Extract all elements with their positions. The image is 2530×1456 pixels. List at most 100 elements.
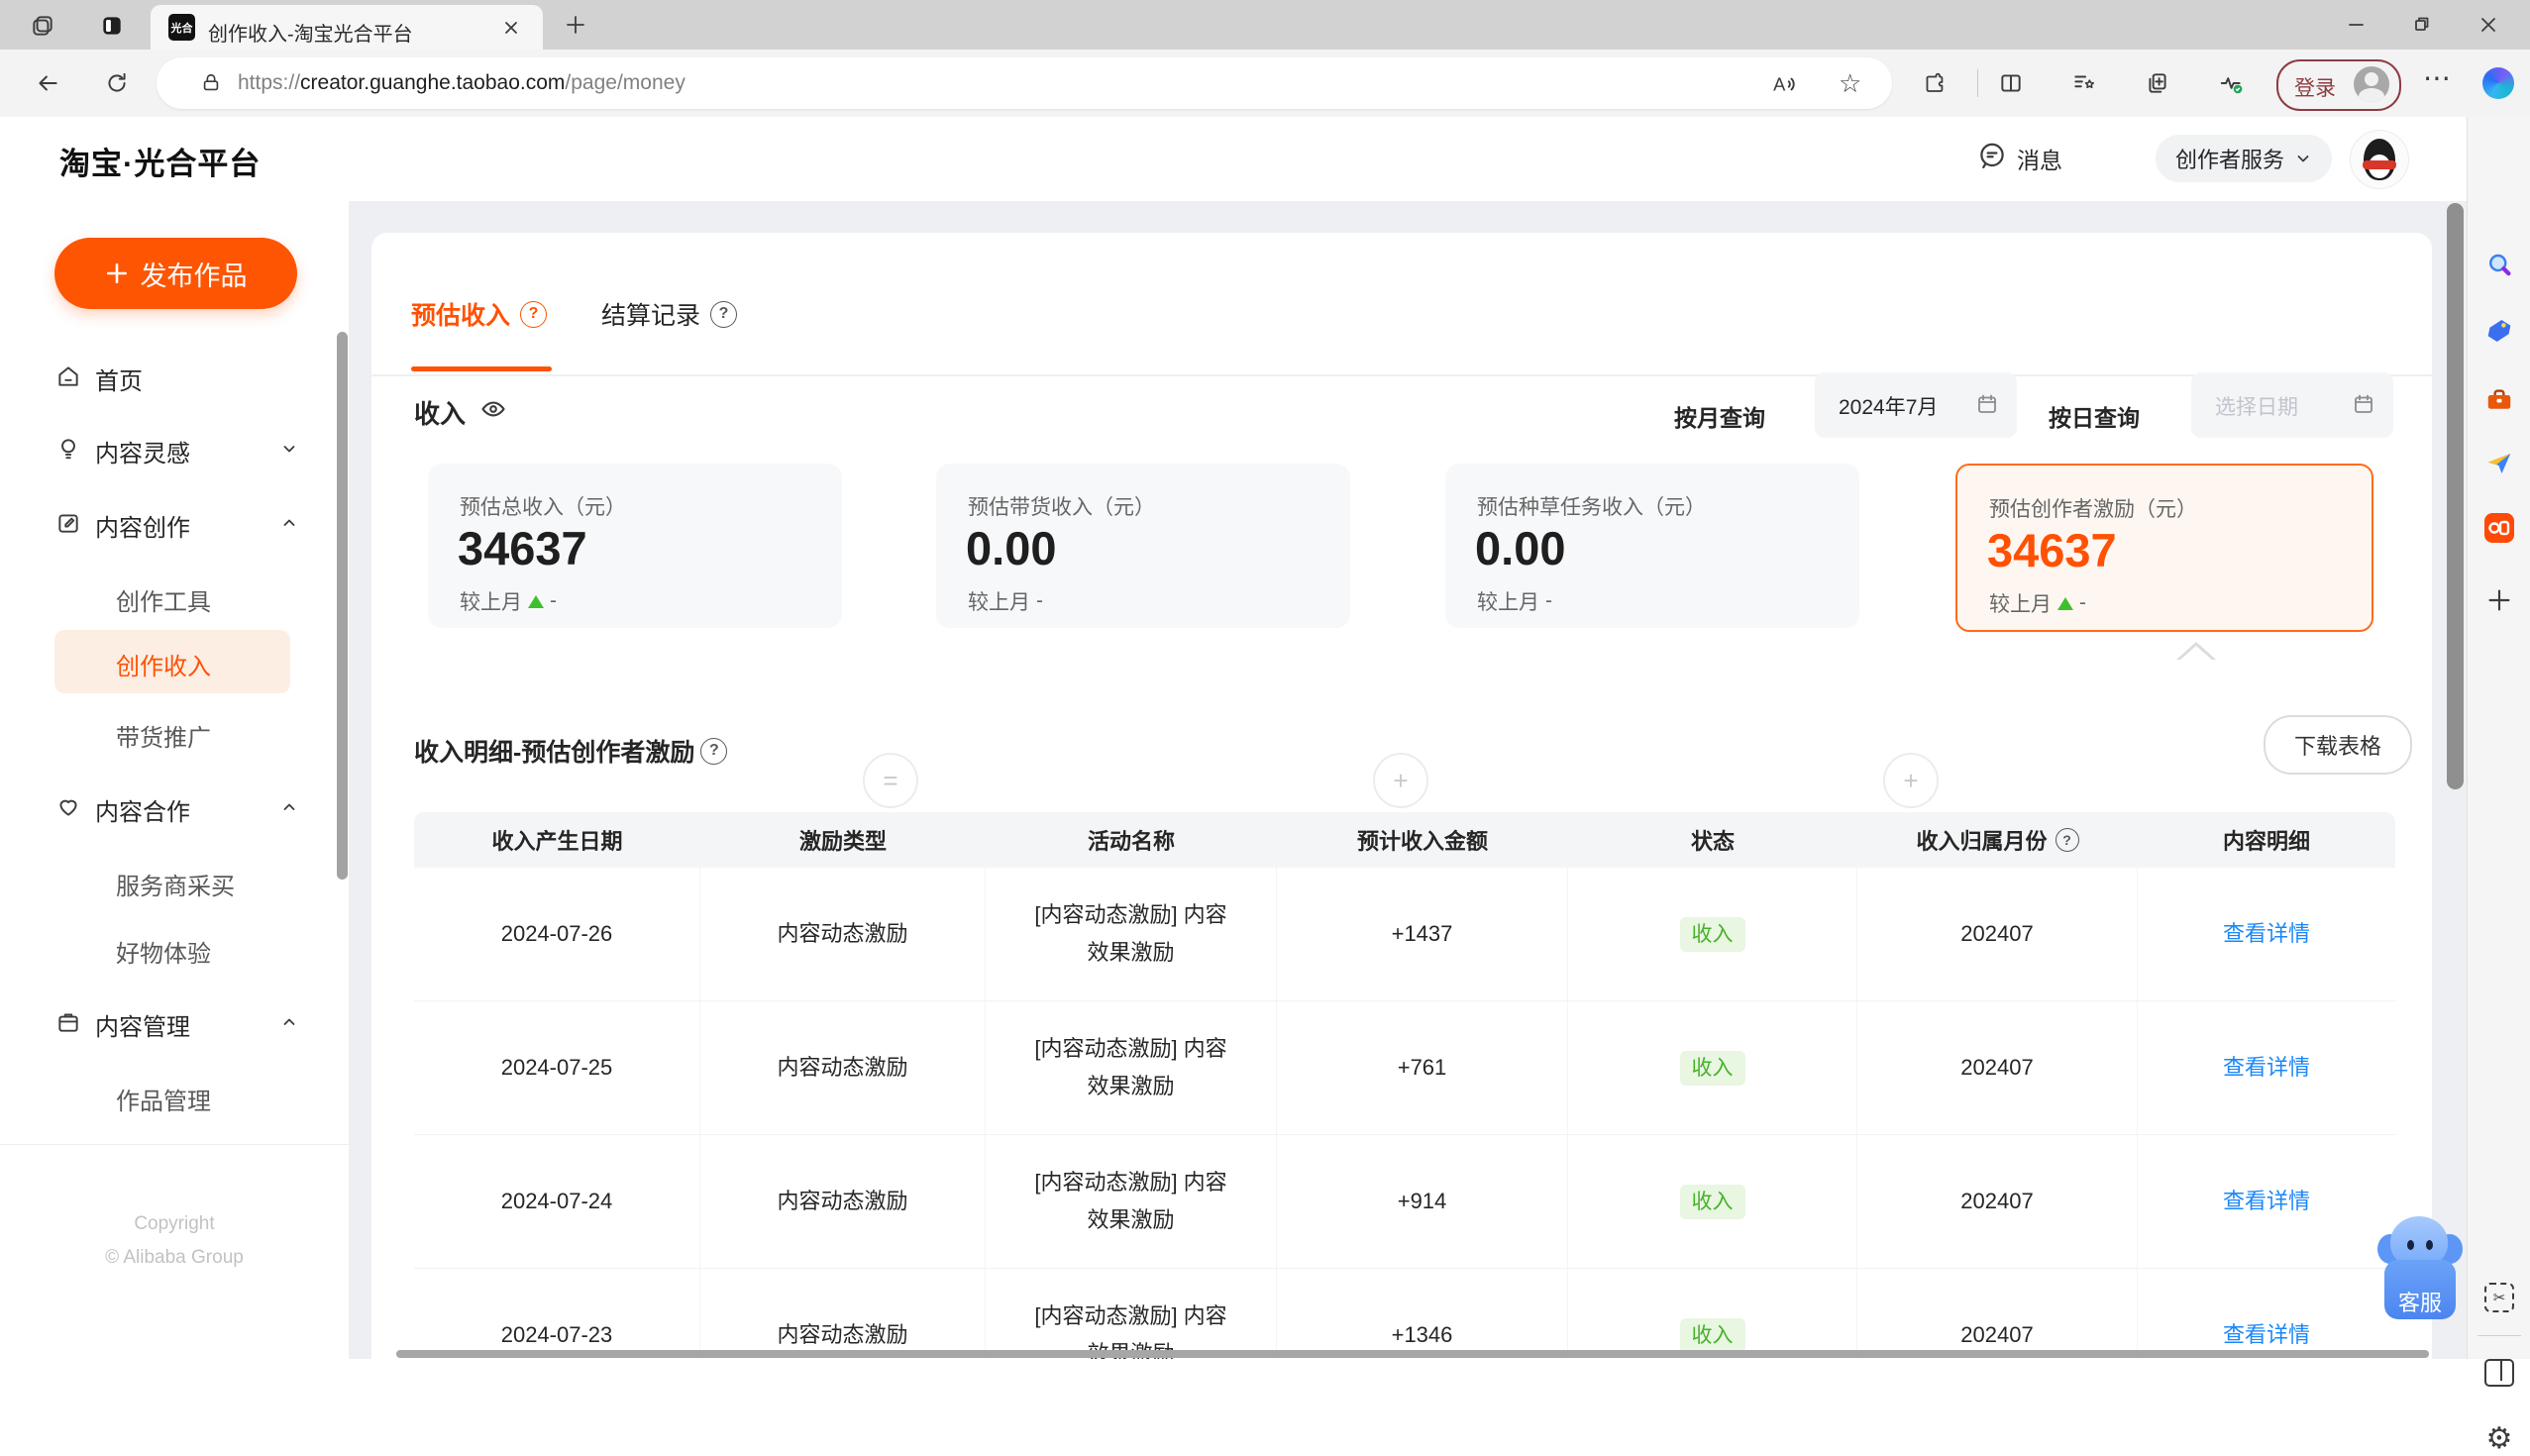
help-icon[interactable] — [2055, 828, 2079, 852]
window-restore-icon[interactable] — [2407, 10, 2437, 40]
month-picker[interactable]: 2024年7月 — [1815, 372, 2017, 438]
copilot-icon[interactable] — [2482, 67, 2514, 99]
tab-settlement-record[interactable]: 结算记录 — [601, 296, 738, 332]
messages-label: 消息 — [2017, 148, 2062, 173]
help-icon[interactable] — [710, 300, 738, 328]
browser-tab[interactable]: 光合 创作收入-淘宝光合平台 — [151, 5, 543, 50]
new-tab-icon[interactable] — [565, 14, 586, 41]
help-icon[interactable] — [700, 737, 728, 765]
sidebar-item-works-management[interactable]: 作品管理 — [0, 1065, 349, 1128]
sidebar-item-cooperation[interactable]: 内容合作 — [0, 776, 349, 839]
calendar-icon — [1975, 392, 1999, 421]
sidebar-toggle-icon[interactable] — [2483, 1357, 2515, 1389]
page-horizontal-scrollbar[interactable] — [396, 1350, 2429, 1358]
tabs-divider — [371, 374, 2432, 376]
col-header-status: 状态 — [1690, 829, 1735, 854]
login-label: 登录 — [2294, 77, 2336, 100]
stat-card-sales-income: 预估带货收入（元） 0.00 较上月 - — [936, 464, 1350, 628]
sidebar-item-management[interactable]: 内容管理 — [0, 990, 349, 1054]
sidebar-item-creation-income[interactable]: 创作收入 — [0, 630, 349, 693]
qq-avatar[interactable] — [2350, 130, 2409, 189]
refresh-icon[interactable] — [103, 69, 131, 97]
messages-button[interactable]: 消息 — [1977, 141, 2062, 176]
elephant-eye — [2407, 1240, 2414, 1250]
sidebar-item-home[interactable]: 首页 — [0, 345, 349, 408]
calendar-icon — [2352, 392, 2375, 421]
toolbox-icon[interactable] — [2483, 384, 2515, 416]
sidebar-item-promotion[interactable]: 带货推广 — [0, 701, 349, 765]
browser-essentials-icon[interactable] — [2217, 69, 2245, 97]
view-detail-link[interactable]: 查看详情 — [2223, 1316, 2310, 1354]
tab-close-icon[interactable] — [499, 16, 523, 40]
plus-operator: + — [1883, 753, 1939, 808]
status-badge: 收入 — [1679, 1184, 1745, 1219]
read-aloud-icon[interactable]: A — [1771, 71, 1799, 102]
copyright-line1: Copyright — [134, 1213, 215, 1234]
more-menu-icon[interactable]: ⋯ — [2423, 61, 2451, 94]
favorite-star-icon[interactable]: ☆ — [1839, 68, 1861, 99]
tab-title: 创作收入-淘宝光合平台 — [208, 24, 413, 46]
creator-service-label: 创作者服务 — [2174, 148, 2284, 172]
collections-icon[interactable] — [2144, 69, 2171, 97]
sidebar-item-creation-tools[interactable]: 创作工具 — [0, 566, 349, 629]
extensions-icon[interactable] — [1920, 69, 1948, 97]
page-vertical-scrollbar[interactable] — [2447, 203, 2464, 789]
tab-estimated-income[interactable]: 预估收入 — [411, 296, 548, 332]
archive-box-icon — [55, 1009, 81, 1035]
table-row: 2024-07-24 内容动态激励 [内容动态激励] 内容效果激励 +914 收… — [414, 1135, 2395, 1269]
view-detail-link[interactable]: 查看详情 — [2223, 1049, 2310, 1087]
tab-actions-icon[interactable] — [99, 13, 125, 44]
add-to-sidebar-icon[interactable] — [2483, 584, 2515, 616]
window-close-icon[interactable] — [2474, 10, 2503, 40]
search-icon[interactable] — [2483, 250, 2515, 281]
favorites-list-icon[interactable] — [2070, 69, 2098, 97]
screenshot-icon[interactable]: ✂ — [2483, 1282, 2515, 1313]
back-icon[interactable] — [34, 69, 61, 97]
publish-work-button[interactable]: 发布作品 — [54, 238, 297, 309]
active-tab-underline — [411, 366, 552, 371]
chevron-up-icon — [280, 1013, 298, 1036]
table-row: 2024-07-25 内容动态激励 [内容动态激励] 内容效果激励 +761 收… — [414, 1001, 2395, 1135]
sidebar-item-service-purchase[interactable]: 服务商采买 — [0, 850, 349, 913]
site-header: 淘宝·光合平台 消息 创作者服务 — [0, 117, 2467, 201]
shopping-tag-icon[interactable] — [2483, 315, 2515, 347]
sidebar-item-goods-experience[interactable]: 好物体验 — [0, 917, 349, 981]
eye-icon[interactable] — [479, 395, 507, 430]
stat-card-creator-incentive[interactable]: 预估创作者激励（元） 34637 较上月 - — [1955, 464, 2373, 632]
col-header-month: 收入归属月份 — [1857, 824, 2138, 856]
site-favicon: 光合 — [168, 14, 195, 41]
left-sidebar: 发布作品 首页 内容灵感 内容创作 创作工具 创作收入 带货推广 内容合作 服务… — [0, 201, 349, 1359]
main-content-card: 预估收入 结算记录 收入 按月查询 2024年7月 按日查询 选择日期 预估总收… — [371, 233, 2432, 1359]
chevron-down-icon — [2297, 156, 2309, 162]
chevron-up-icon — [280, 798, 298, 821]
login-button[interactable]: 登录 — [2276, 59, 2401, 111]
copyright-line2: © Alibaba Group — [105, 1247, 244, 1268]
workspaces-icon[interactable] — [30, 13, 55, 44]
message-bubble-icon — [1977, 141, 2007, 176]
equals-operator: = — [863, 753, 918, 808]
settings-gear-icon[interactable]: ⚙ — [2483, 1422, 2515, 1455]
download-table-button[interactable]: 下载表格 — [2264, 715, 2412, 775]
chevron-up-icon — [280, 514, 298, 537]
split-screen-icon[interactable] — [1997, 69, 2025, 97]
help-icon[interactable] — [520, 300, 548, 328]
address-bar[interactable]: https://creator.guanghe.taobao.com/page/… — [157, 57, 1892, 109]
view-detail-link[interactable]: 查看详情 — [2223, 1183, 2310, 1220]
creator-service-menu[interactable]: 创作者服务 — [2156, 135, 2332, 182]
stat-card-task-income: 预估种草任务收入（元） 0.00 较上月 - — [1445, 464, 1859, 628]
sidebar-item-inspiration[interactable]: 内容灵感 — [0, 417, 349, 480]
paper-plane-icon[interactable] — [2483, 448, 2515, 479]
edit-square-icon — [55, 510, 81, 536]
col-header-activity: 活动名称 — [1087, 829, 1175, 854]
date-picker[interactable]: 选择日期 — [2191, 372, 2393, 438]
status-badge: 收入 — [1679, 1317, 1745, 1353]
site-logo[interactable]: 淘宝·光合平台 — [59, 139, 261, 183]
window-minimize-icon[interactable] — [2342, 10, 2372, 40]
kuaishou-icon[interactable] — [2483, 512, 2515, 544]
url-text[interactable]: https://creator.guanghe.taobao.com/page/… — [238, 71, 685, 95]
sidebar-item-creation[interactable]: 内容创作 — [0, 491, 349, 555]
customer-service-widget[interactable]: 客服 — [2377, 1214, 2463, 1325]
rail-divider — [2477, 1335, 2521, 1336]
home-icon — [55, 364, 81, 389]
view-detail-link[interactable]: 查看详情 — [2223, 915, 2310, 953]
